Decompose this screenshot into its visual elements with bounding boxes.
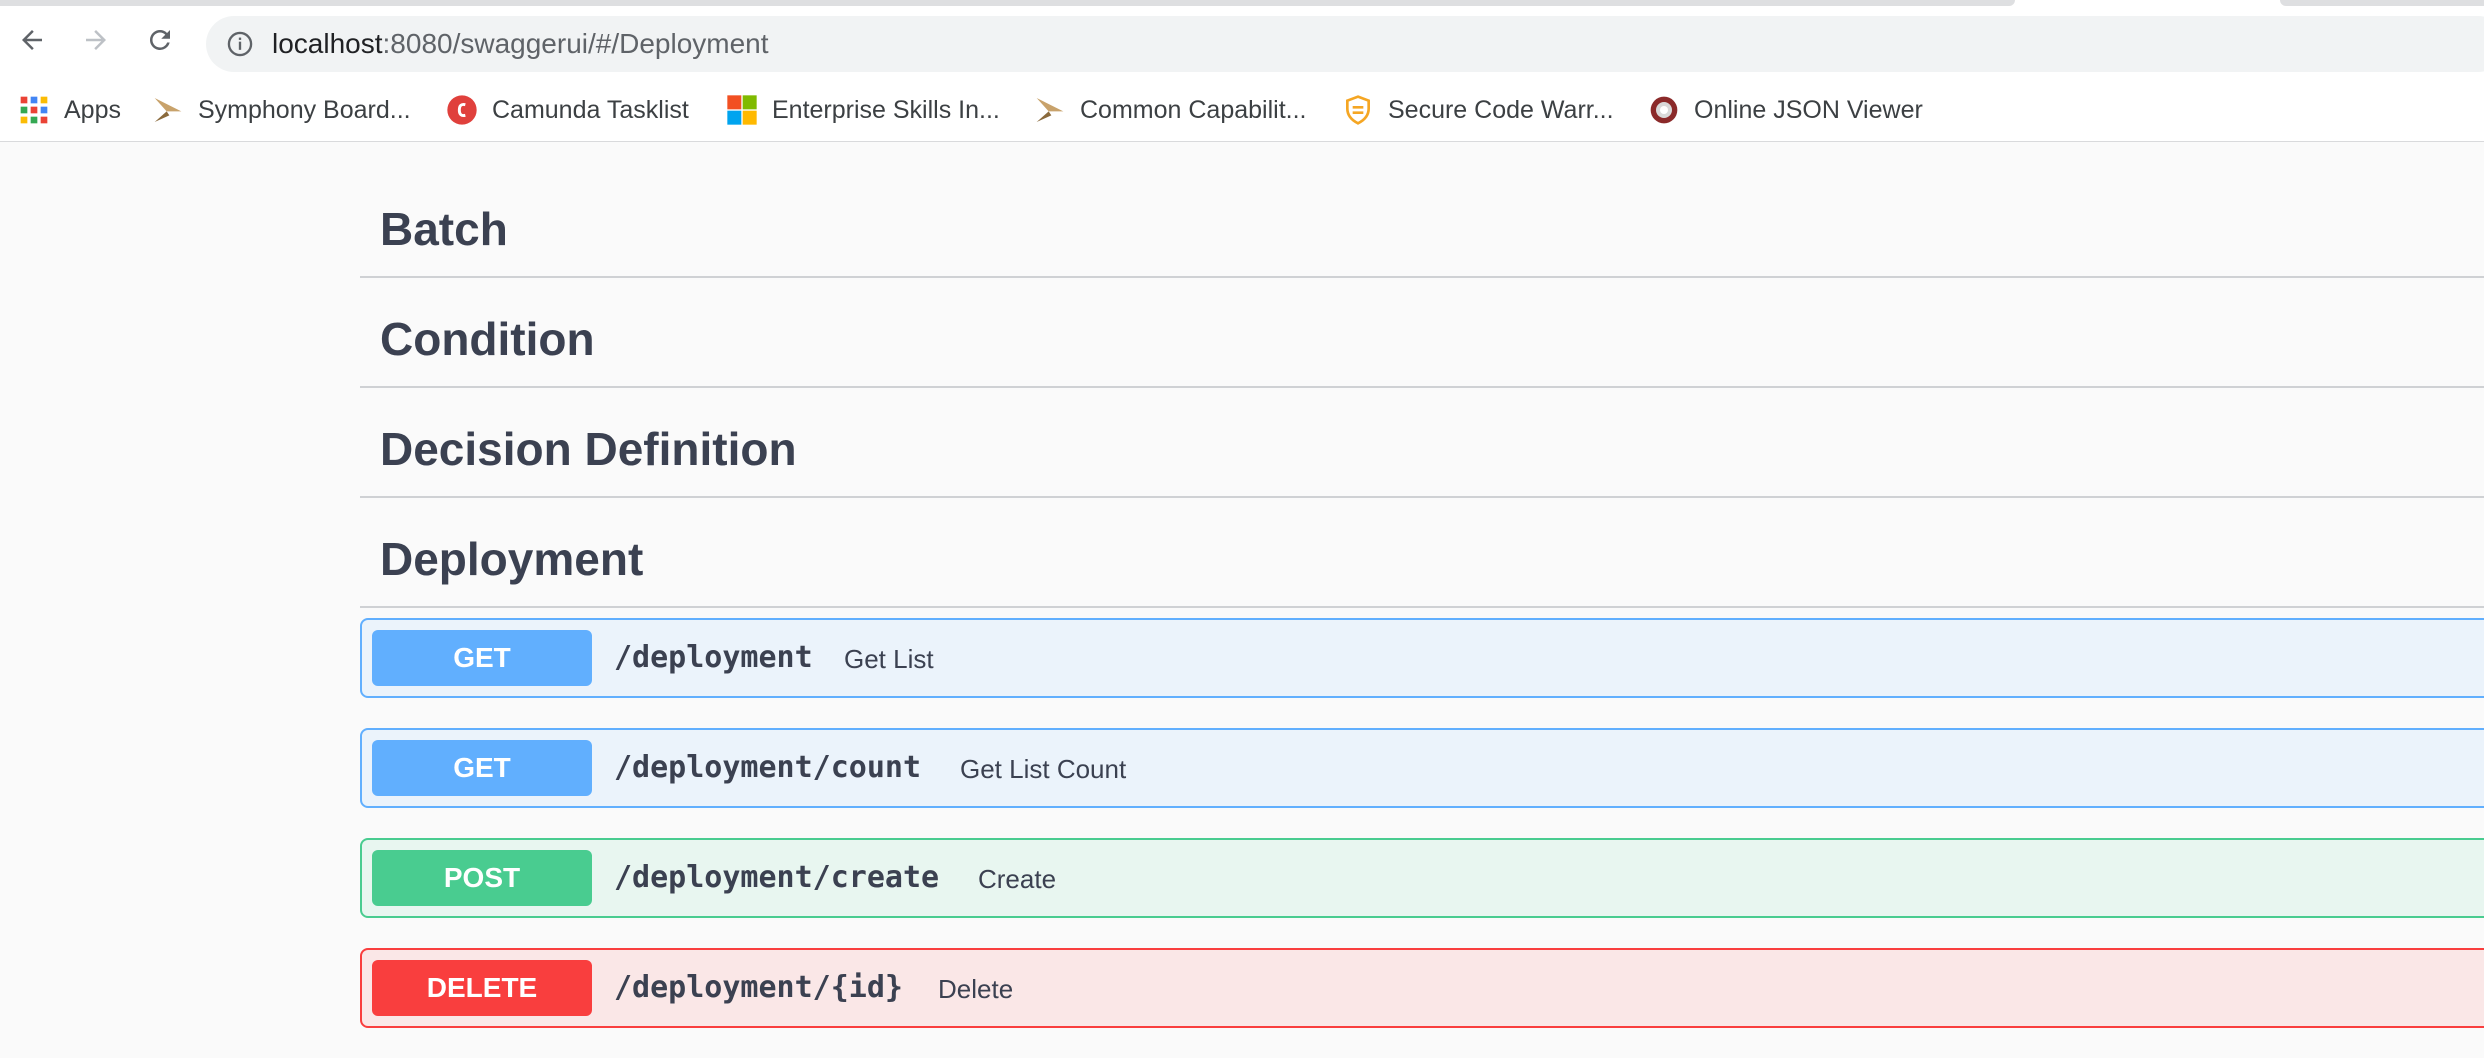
bookmark-online-json-viewer[interactable]: Online JSON Viewer — [1648, 90, 1923, 130]
back-button[interactable] — [12, 20, 52, 60]
microsoft-icon — [726, 94, 758, 126]
tag-title: Condition — [380, 313, 595, 365]
address-bar[interactable]: localhost:8080/swaggerui/#/Deployment — [206, 16, 2484, 72]
tag-title: Decision Definition — [380, 423, 797, 475]
bookmark-label: Symphony Board... — [198, 95, 411, 124]
bookmark-apps[interactable]: Apps — [18, 90, 121, 130]
operation-get-deployment-count[interactable]: GET /deployment/count Get List Count — [360, 728, 2484, 808]
tag-section-batch[interactable]: Batch — [360, 178, 2484, 278]
bookmark-label: Online JSON Viewer — [1694, 95, 1923, 124]
bookmark-label: Camunda Tasklist — [492, 95, 689, 124]
camunda-icon — [446, 94, 478, 126]
info-icon — [227, 31, 253, 57]
operation-delete-deployment-id[interactable]: DELETE /deployment/{id} Delete — [360, 948, 2484, 1028]
method-badge: POST — [372, 850, 592, 906]
operation-path: /deployment — [614, 640, 813, 675]
operation-summary: Delete — [938, 974, 1014, 1004]
json-viewer-icon — [1648, 94, 1680, 126]
operation-summary: Get List — [844, 644, 934, 674]
operation-summary: Get List Count — [960, 754, 1127, 784]
tag-title: Deployment — [380, 533, 644, 585]
bookmark-secure-code-warrior[interactable]: Secure Code Warr... — [1342, 90, 1614, 130]
reload-icon — [149, 29, 170, 50]
bookmarks-bar: Apps Symphony Board... Camunda Tasklist … — [0, 78, 2484, 142]
operation-path: /deployment/create — [614, 860, 940, 895]
bookmark-label: Apps — [64, 95, 121, 124]
symphony-icon — [1034, 94, 1066, 126]
arrow-right-icon — [86, 30, 106, 50]
forward-button[interactable] — [76, 20, 116, 60]
reload-button[interactable] — [140, 20, 180, 60]
bookmark-label: Enterprise Skills In... — [772, 95, 1000, 124]
tag-section-decision-definition[interactable]: Decision Definition — [360, 388, 2484, 498]
arrow-left-icon — [22, 30, 42, 50]
url-text: localhost:8080/swaggerui/#/Deployment — [272, 28, 769, 60]
apps-grid-icon — [18, 94, 50, 126]
tag-section-condition[interactable]: Condition — [360, 278, 2484, 388]
bookmark-label: Secure Code Warr... — [1388, 95, 1614, 124]
symphony-icon — [152, 94, 184, 126]
method-badge: GET — [372, 740, 592, 796]
operation-post-deployment-create[interactable]: POST /deployment/create Create — [360, 838, 2484, 918]
bookmark-enterprise-skills[interactable]: Enterprise Skills In... — [726, 90, 1000, 130]
method-badge: GET — [372, 630, 592, 686]
url-host: localhost — [272, 28, 383, 59]
method-badge: DELETE — [372, 960, 592, 1016]
operation-get-deployment[interactable]: GET /deployment Get List — [360, 618, 2484, 698]
bookmark-label: Common Capabilit... — [1080, 95, 1307, 124]
operation-summary: Create — [978, 864, 1057, 894]
browser-toolbar: localhost:8080/swaggerui/#/Deployment — [0, 6, 2484, 78]
operation-path: /deployment/{id} — [614, 970, 903, 1005]
operation-path: /deployment/count — [614, 750, 922, 785]
bookmark-symphony[interactable]: Symphony Board... — [152, 90, 411, 130]
tag-title: Batch — [380, 203, 508, 255]
bookmark-common-capabilities[interactable]: Common Capabilit... — [1034, 90, 1306, 130]
tag-section-deployment[interactable]: Deployment — [360, 498, 2484, 608]
shield-icon — [1342, 94, 1374, 126]
url-path: :8080/swaggerui/#/Deployment — [382, 28, 769, 59]
bookmark-camunda[interactable]: Camunda Tasklist — [446, 90, 689, 130]
